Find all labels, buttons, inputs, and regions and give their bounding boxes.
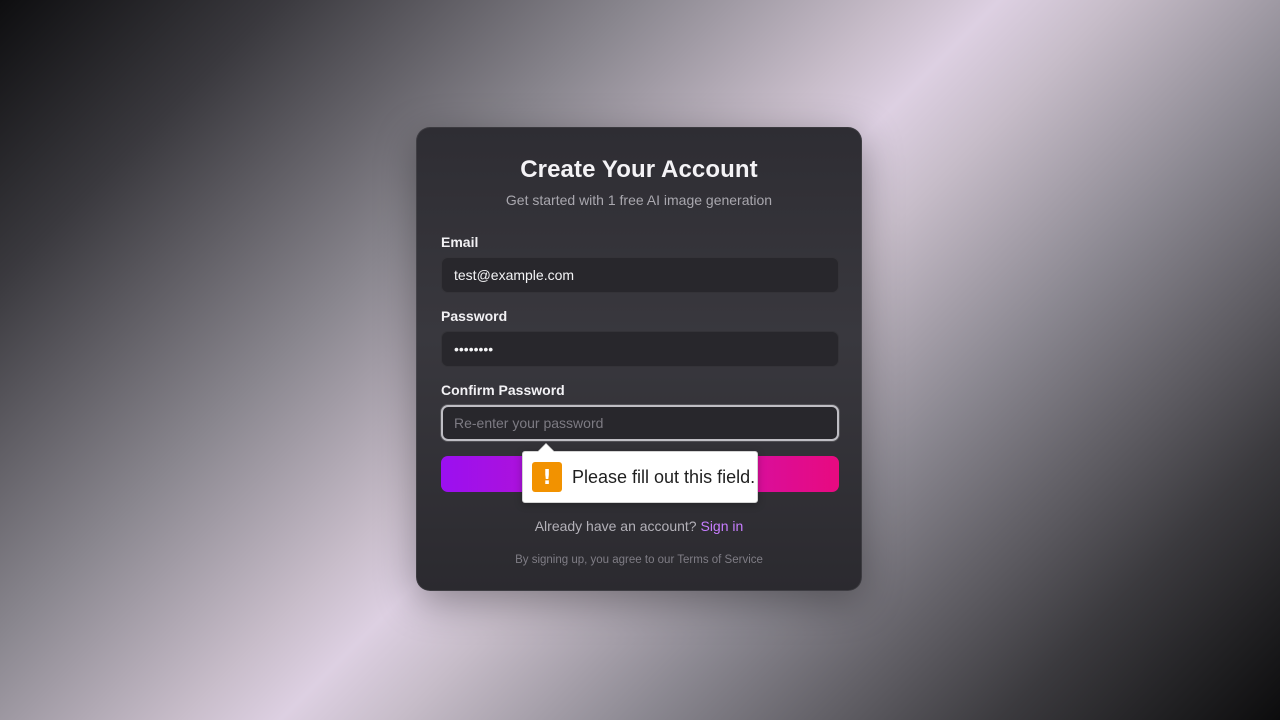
signin-link[interactable]: Sign in <box>700 518 743 534</box>
password-field[interactable] <box>441 331 839 367</box>
warning-icon: ! <box>532 462 562 492</box>
page-subtitle: Get started with 1 free AI image generat… <box>505 192 773 208</box>
page-title: Create Your Account <box>520 156 758 183</box>
email-field[interactable] <box>441 257 839 293</box>
password-label: Password <box>441 308 508 324</box>
tooltip-arrow <box>538 444 554 452</box>
terms-notice: By signing up, you agree to our Terms of… <box>515 554 763 566</box>
signin-prompt-text: Already have an account? <box>534 518 697 534</box>
validation-tooltip: ! Please fill out this field. <box>522 443 758 503</box>
signin-prompt: Already have an account? Sign in <box>417 518 861 534</box>
validation-message: Please fill out this field. <box>572 466 756 487</box>
confirm-password-field[interactable] <box>441 405 839 441</box>
email-label: Email <box>441 234 479 250</box>
confirm-password-label: Confirm Password <box>441 382 565 398</box>
signup-card: Create Your Account Get started with 1 f… <box>416 127 862 591</box>
